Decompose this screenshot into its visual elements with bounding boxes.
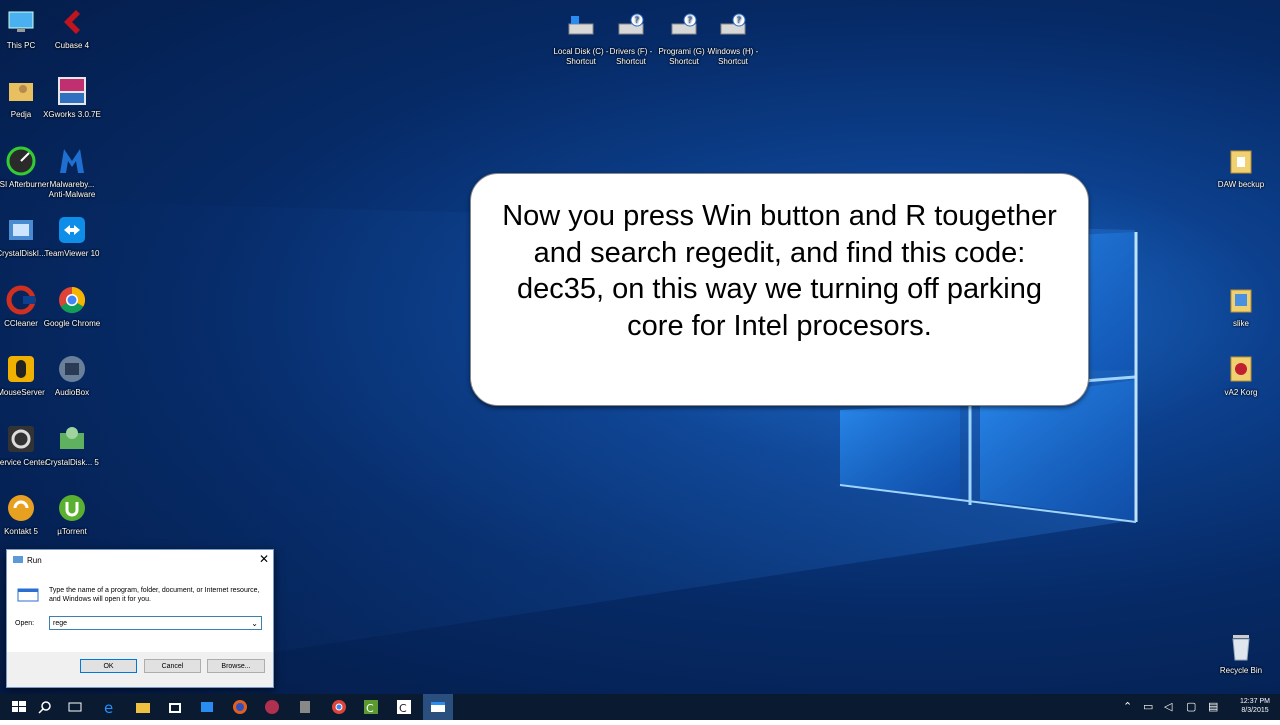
svg-text:?: ? bbox=[635, 16, 640, 26]
svg-text:?: ? bbox=[688, 16, 693, 26]
desktop-icon-label: CrystalDisk... 5 bbox=[45, 458, 99, 467]
volume-icon[interactable]: ◁ bbox=[1164, 700, 1172, 713]
run-dialog-titlebar[interactable]: Run ✕ bbox=[7, 550, 273, 570]
ccleaner-icon bbox=[5, 284, 37, 316]
korg-icon bbox=[1225, 353, 1257, 385]
desktop-icon-recycle-bin[interactable]: Recycle Bin bbox=[1210, 631, 1272, 676]
this-pc-icon bbox=[5, 6, 37, 38]
run-app-icon bbox=[13, 556, 23, 563]
store-icon[interactable] bbox=[166, 698, 184, 716]
desktop-icon-slike[interactable]: slike bbox=[1210, 284, 1272, 329]
run-open-input[interactable]: rege ⌄ bbox=[49, 616, 262, 630]
taskbar-clock[interactable]: 12:37 PM 8/3/2015 bbox=[1236, 697, 1274, 715]
desktop-icon-label: Malwareby... Anti-Malware bbox=[48, 180, 96, 199]
open-label: Open: bbox=[15, 620, 35, 627]
folder-icon bbox=[1225, 284, 1257, 316]
run-taskbar-item[interactable] bbox=[423, 694, 453, 720]
run-input-value: rege bbox=[53, 620, 68, 627]
malwarebytes-icon bbox=[56, 145, 88, 177]
close-icon[interactable]: ✕ bbox=[259, 552, 269, 566]
annotation-text: Now you press Win button and R tougether… bbox=[502, 200, 1057, 342]
network-icon[interactable]: ▭ bbox=[1143, 700, 1153, 713]
desktop-icon-xgworks[interactable]: XGworks 3.0.7E bbox=[41, 75, 103, 120]
desktop-icon-label: Windows (H) - Shortcut bbox=[707, 47, 759, 66]
desktop-icon-label: XGworks 3.0.7E bbox=[43, 110, 101, 119]
chevron-up-icon[interactable]: ⌃ bbox=[1123, 700, 1132, 713]
desktop-icon-audiobox[interactable]: AudioBox bbox=[41, 353, 103, 398]
run-dialog-body: Type the name of a program, folder, docu… bbox=[7, 570, 273, 652]
svg-text:e: e bbox=[104, 699, 113, 716]
firefox-icon[interactable] bbox=[231, 698, 249, 716]
task-view-icon[interactable] bbox=[66, 698, 84, 716]
browse-button[interactable]: Browse... bbox=[207, 659, 265, 673]
svg-text:C: C bbox=[399, 702, 407, 715]
desktop-icon-label: Recycle Bin bbox=[1219, 666, 1263, 675]
drive-shortcut-icon: ? bbox=[668, 12, 700, 44]
mouseserver-icon bbox=[5, 353, 37, 385]
desktop-icon-label: vA2 Korg bbox=[1224, 388, 1258, 397]
audiobox-icon bbox=[56, 353, 88, 385]
app-icon[interactable] bbox=[296, 698, 314, 716]
start-icon[interactable] bbox=[10, 698, 28, 716]
annotation-bubble: Now you press Win button and R tougether… bbox=[470, 173, 1089, 406]
run-window-icon bbox=[17, 588, 39, 602]
drive-shortcut-icon: ? bbox=[717, 12, 749, 44]
svg-text:?: ? bbox=[737, 16, 742, 26]
desktop-background: This PC Cubase 4 Pedja XGworks 3.0.7E MS… bbox=[0, 0, 1280, 694]
ok-button[interactable]: OK bbox=[80, 659, 137, 673]
desktop-icon-label: µTorrent bbox=[57, 527, 87, 536]
desktop-icon-label: slike bbox=[1232, 319, 1249, 328]
search-icon[interactable] bbox=[36, 698, 54, 716]
desktop-icon-label: DAW beckup bbox=[1217, 180, 1265, 189]
desktop-icon-daw-beckup[interactable]: DAW beckup bbox=[1210, 145, 1272, 190]
desktop-icon-utorrent[interactable]: µTorrent bbox=[41, 492, 103, 537]
service-center-icon bbox=[5, 423, 37, 455]
run-dialog[interactable]: Run ✕ Type the name of a program, folder… bbox=[6, 549, 274, 688]
desktop-icon-label: AudioBox bbox=[54, 388, 90, 397]
desktop-icon-label: Google Chrome bbox=[43, 319, 101, 328]
desktop-icon-teamviewer[interactable]: TeamViewer 10 bbox=[41, 214, 103, 259]
run-dialog-title: Run bbox=[27, 556, 42, 565]
desktop-icon-crystaldiskmark[interactable]: CrystalDisk... 5 bbox=[41, 423, 103, 468]
chrome-icon[interactable] bbox=[330, 698, 348, 716]
user-folder-icon bbox=[5, 75, 37, 107]
action-center-icon[interactable]: ▢ bbox=[1186, 700, 1196, 713]
app-icon[interactable] bbox=[263, 698, 281, 716]
chrome-icon bbox=[56, 284, 88, 316]
taskbar: e C C ⌃ ▭ ◁ ▢ ▤ 12:37 PM 8/3/2015 bbox=[0, 694, 1280, 720]
desktop-icon-label: TeamViewer 10 bbox=[44, 249, 100, 258]
chevron-down-icon[interactable]: ⌄ bbox=[251, 617, 258, 631]
run-description: Type the name of a program, folder, docu… bbox=[49, 587, 260, 603]
teamviewer-icon bbox=[56, 214, 88, 246]
folder-icon bbox=[1225, 145, 1257, 177]
camtasia-icon[interactable]: C bbox=[362, 698, 380, 716]
svg-text:C: C bbox=[366, 702, 374, 715]
xgworks-icon bbox=[56, 75, 88, 107]
crystaldiskinfo-icon bbox=[5, 214, 37, 246]
camtasia-recorder-icon[interactable]: C bbox=[395, 698, 413, 716]
local-disk-shortcut-icon bbox=[565, 12, 597, 44]
desktop-icon-label: Cubase 4 bbox=[54, 41, 90, 50]
recycle-bin-icon bbox=[1225, 631, 1257, 663]
clock-time: 12:37 PM bbox=[1240, 698, 1270, 705]
keyboard-icon[interactable]: ▤ bbox=[1208, 700, 1218, 713]
cubase-icon bbox=[56, 6, 88, 38]
edge-icon[interactable]: e bbox=[101, 698, 119, 717]
desktop-icon-va2-korg[interactable]: vA2 Korg bbox=[1210, 353, 1272, 398]
desktop-icon-windows-h[interactable]: ? Windows (H) - Shortcut bbox=[702, 12, 764, 67]
desktop-icon-cubase[interactable]: Cubase 4 bbox=[41, 6, 103, 51]
crystaldiskmark-icon bbox=[56, 423, 88, 455]
utorrent-icon bbox=[56, 492, 88, 524]
drive-shortcut-icon: ? bbox=[615, 12, 647, 44]
file-explorer-icon[interactable] bbox=[134, 698, 152, 716]
cancel-button[interactable]: Cancel bbox=[144, 659, 201, 673]
app-icon[interactable] bbox=[198, 698, 216, 716]
desktop-icon-malwarebytes[interactable]: Malwareby... Anti-Malware bbox=[41, 145, 103, 200]
clock-date: 8/3/2015 bbox=[1241, 707, 1269, 714]
kontakt-icon bbox=[5, 492, 37, 524]
msi-afterburner-icon bbox=[5, 145, 37, 177]
desktop-icon-chrome[interactable]: Google Chrome bbox=[41, 284, 103, 329]
